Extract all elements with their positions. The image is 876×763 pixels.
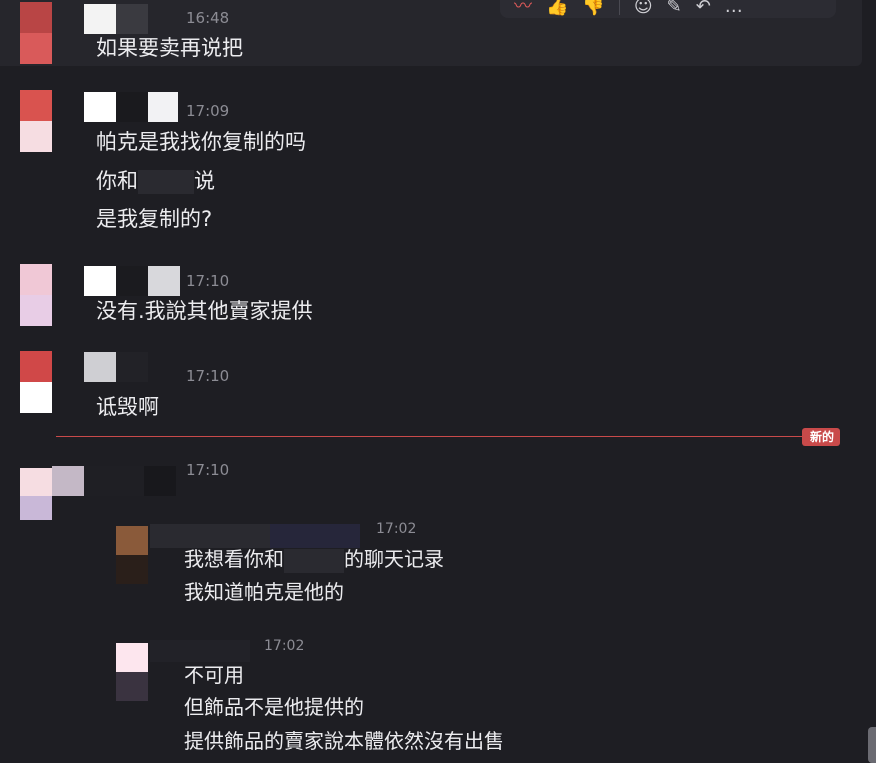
message-text: 帕克是我找你复制的吗 [96,130,306,154]
username-redacted[interactable] [84,352,148,382]
avatar[interactable] [20,264,52,326]
edit-icon[interactable]: ✎ [667,0,682,16]
avatar[interactable] [20,468,52,520]
redacted-name [284,548,344,573]
reply-text-part: 的聊天记录 [344,547,444,571]
avatar [116,643,148,701]
message-text-part: 说 [194,169,215,193]
reply-timestamp: 17:02 [376,521,417,537]
message-action-toolbar: 〰 👍 👎 ☺ ✎ ↶ … [500,0,836,18]
reply-text: 不可用 [184,663,244,687]
scrollbar-thumb[interactable] [868,727,876,763]
message-timestamp: 16:48 [186,9,230,27]
reply-text: 提供飾品的賣家說本體依然沒有出售 [184,729,504,753]
redacted-name [138,170,194,194]
reply-icon[interactable]: ↶ [696,0,711,16]
message-timestamp: 17:10 [186,272,230,290]
toolbar-divider [618,0,620,15]
reply-text: 但飾品不是他提供的 [184,695,364,719]
more-icon[interactable]: … [725,0,743,16]
reply-text-part: 我想看你和 [184,547,284,571]
username-redacted[interactable] [84,92,178,122]
chat-window: 〰 👍 👎 ☺ ✎ ↶ … 16:48 如果要卖再说把 17:09 帕克是我找你… [0,0,876,763]
avatar[interactable] [20,2,52,64]
reaction-icon[interactable]: 〰 [514,0,532,16]
reply-timestamp: 17:02 [264,638,305,654]
thumbs-up-icon[interactable]: 👍 [546,0,568,16]
message-timestamp: 17:10 [186,367,230,385]
message-text: 你和 说 [96,168,215,194]
message-text: 没有.我說其他賣家提供 [96,299,313,323]
message-timestamp: 17:10 [186,461,230,479]
message-text: 诋毁啊 [96,395,159,419]
message-text: 如果要卖再说把 [96,36,243,60]
avatar [116,526,148,584]
thumbs-down-icon[interactable]: 👎 [582,0,604,16]
avatar[interactable] [20,351,52,413]
new-messages-divider [56,436,840,437]
reply-text: 我想看你和 的聊天记录 [184,546,444,573]
username-redacted[interactable] [84,4,148,34]
message-text: 是我复制的? [96,207,213,231]
reply-text: 我知道帕克是他的 [184,580,344,604]
avatar[interactable] [20,90,52,152]
message-timestamp: 17:09 [186,102,230,120]
username-redacted[interactable] [84,266,180,296]
new-messages-badge: 新的 [801,428,840,446]
message-text-part: 你和 [96,169,138,193]
emoji-icon[interactable]: ☺ [634,0,653,16]
username-redacted[interactable] [52,466,176,496]
